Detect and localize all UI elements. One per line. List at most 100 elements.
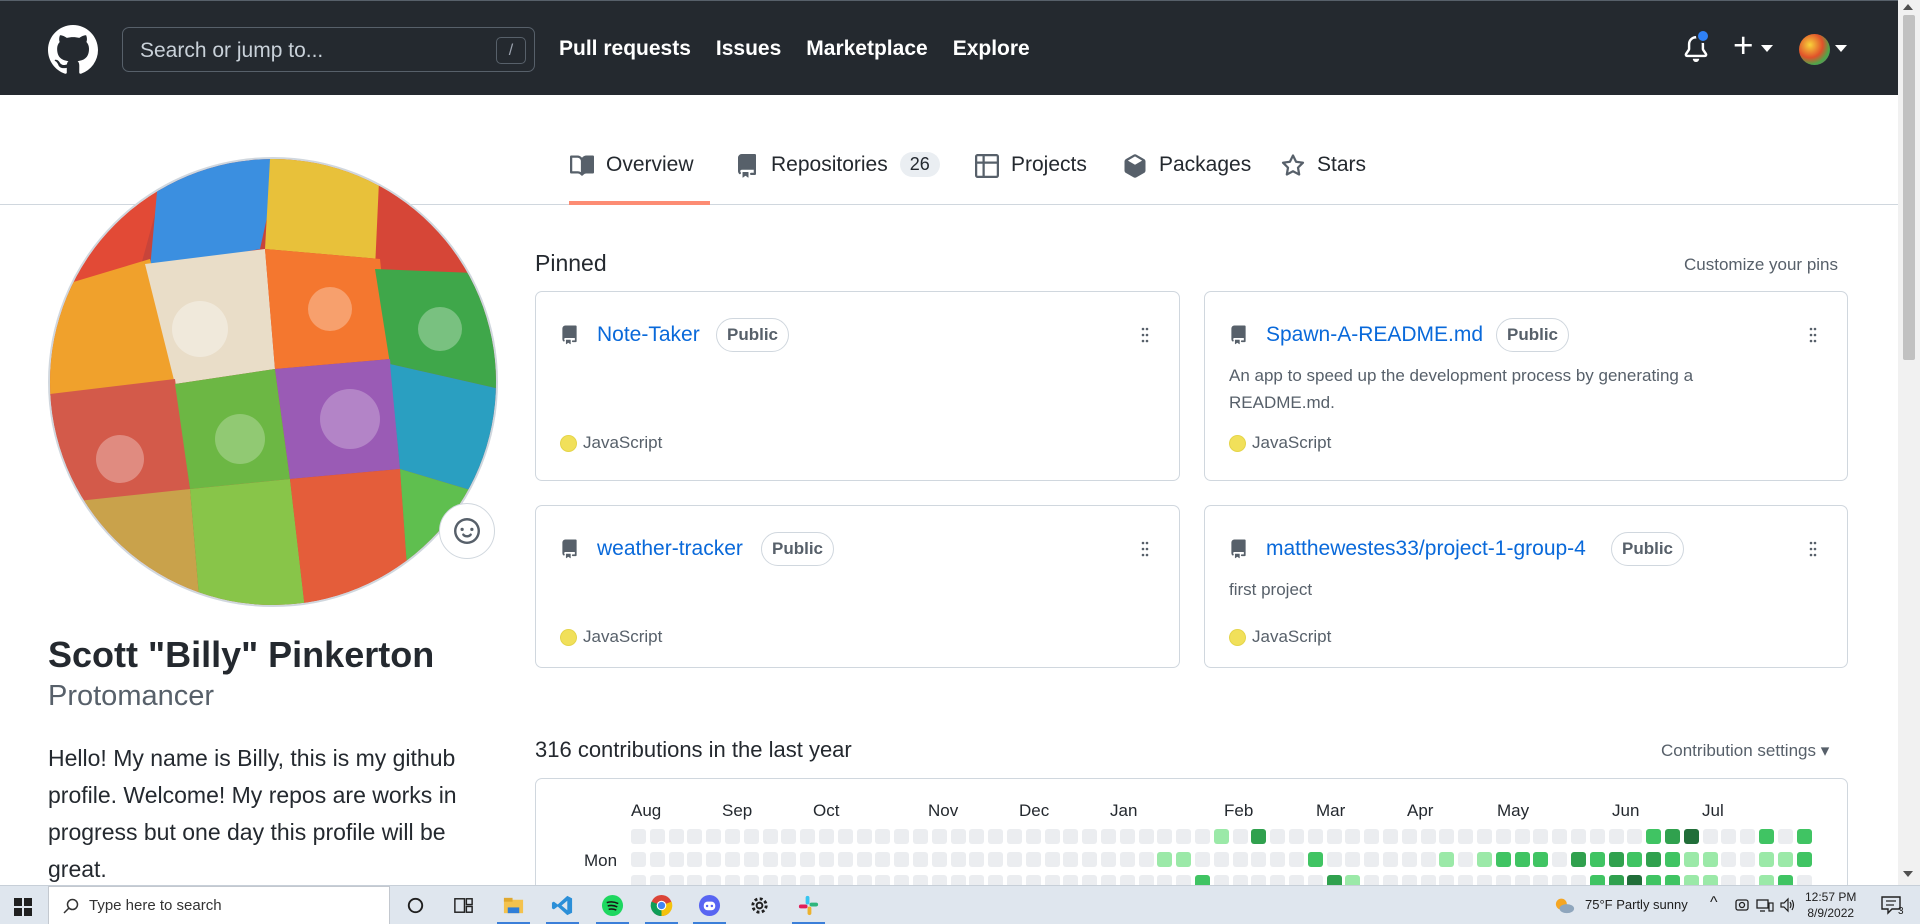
contribution-day-cell[interactable] — [1759, 829, 1774, 844]
contribution-day-cell[interactable] — [988, 829, 1004, 844]
weather-partly-sunny-icon[interactable] — [1554, 895, 1576, 915]
repo-link-spawn-a-readme[interactable]: Spawn-A-README.md — [1266, 323, 1483, 347]
contribution-day-cell[interactable] — [894, 829, 910, 844]
contribution-day-cell[interactable] — [687, 852, 703, 867]
contribution-day-cell[interactable] — [1702, 852, 1718, 867]
taskbar-search-box[interactable]: Type here to search — [48, 886, 390, 924]
contribution-day-cell[interactable] — [1721, 829, 1737, 844]
contribution-day-cell[interactable] — [1533, 852, 1549, 867]
repo-link-project-1-group-4[interactable]: matthewestes33/project-1-group-4 — [1266, 537, 1586, 561]
contribution-day-cell[interactable] — [1571, 829, 1586, 844]
contribution-day-cell[interactable] — [1495, 852, 1511, 867]
contribution-day-cell[interactable] — [969, 829, 985, 844]
set-status-button[interactable] — [439, 503, 495, 559]
contribution-day-cell[interactable] — [950, 829, 966, 844]
contribution-day-cell[interactable] — [706, 852, 722, 867]
contribution-day-cell[interactable] — [1665, 829, 1680, 844]
contribution-day-cell[interactable] — [762, 852, 778, 867]
contribution-day-cell[interactable] — [1176, 852, 1192, 867]
scrollbar-thumb[interactable] — [1903, 15, 1915, 360]
create-new-button[interactable]: + — [1733, 26, 1753, 66]
contribution-day-cell[interactable] — [1721, 852, 1737, 867]
contribution-day-cell[interactable] — [1307, 852, 1323, 867]
windows-start-icon[interactable] — [14, 898, 32, 916]
spotify-icon[interactable] — [601, 894, 624, 917]
repo-link-weather-tracker[interactable]: weather-tracker — [597, 537, 743, 561]
contribution-day-cell[interactable] — [1364, 829, 1380, 844]
contribution-day-cell[interactable] — [1082, 829, 1098, 844]
contribution-day-cell[interactable] — [1044, 852, 1060, 867]
contribution-day-cell[interactable] — [1740, 852, 1756, 867]
user-avatar-small[interactable] — [1799, 34, 1830, 65]
drag-handle-icon[interactable] — [1141, 327, 1149, 343]
contribution-day-cell[interactable] — [1796, 852, 1812, 867]
contribution-day-cell[interactable] — [1007, 852, 1022, 867]
contribution-day-cell[interactable] — [1138, 829, 1154, 844]
contribution-day-cell[interactable] — [1364, 852, 1380, 867]
contribution-day-cell[interactable] — [1439, 829, 1455, 844]
contribution-day-cell[interactable] — [1195, 852, 1210, 867]
contribution-day-cell[interactable] — [781, 852, 797, 867]
contribution-day-cell[interactable] — [1157, 852, 1173, 867]
contribution-day-cell[interactable] — [706, 829, 722, 844]
contribution-day-cell[interactable] — [1740, 829, 1756, 844]
contribution-day-cell[interactable] — [1326, 852, 1342, 867]
camera-icon[interactable] — [1734, 897, 1750, 913]
contribution-day-cell[interactable] — [1119, 829, 1135, 844]
cortana-icon[interactable] — [404, 894, 427, 917]
tab-packages[interactable]: Packages — [1123, 153, 1251, 205]
contribution-day-cell[interactable] — [649, 852, 665, 867]
contribution-day-cell[interactable] — [1176, 829, 1192, 844]
contribution-day-cell[interactable] — [1608, 852, 1624, 867]
contribution-day-cell[interactable] — [1326, 829, 1342, 844]
contribution-day-cell[interactable] — [1777, 829, 1793, 844]
contribution-day-cell[interactable] — [1383, 852, 1398, 867]
contribution-day-cell[interactable] — [856, 852, 872, 867]
contribution-day-cell[interactable] — [894, 852, 910, 867]
contribution-day-cell[interactable] — [1063, 852, 1079, 867]
contribution-day-cell[interactable] — [1477, 829, 1492, 844]
contribution-day-cell[interactable] — [969, 852, 985, 867]
nav-pull-requests[interactable]: Pull requests — [559, 37, 691, 61]
contribution-day-cell[interactable] — [631, 852, 646, 867]
contribution-day-cell[interactable] — [1195, 829, 1210, 844]
contribution-settings-button[interactable]: Contribution settings ▾ — [1661, 741, 1829, 761]
weather-text[interactable]: 75°F Partly sunny — [1585, 897, 1688, 912]
profile-avatar[interactable] — [48, 157, 498, 607]
vscode-icon[interactable] — [551, 894, 574, 917]
contribution-day-cell[interactable] — [1552, 829, 1568, 844]
contribution-day-cell[interactable] — [1082, 852, 1098, 867]
user-menu-caret-icon[interactable] — [1835, 45, 1847, 52]
nav-explore[interactable]: Explore — [953, 37, 1030, 61]
contribution-day-cell[interactable] — [950, 852, 966, 867]
contribution-day-cell[interactable] — [1232, 852, 1248, 867]
contribution-day-cell[interactable] — [1514, 829, 1530, 844]
contribution-day-cell[interactable] — [1439, 852, 1455, 867]
contribution-day-cell[interactable] — [1007, 829, 1022, 844]
contribution-day-cell[interactable] — [1383, 829, 1398, 844]
contribution-day-cell[interactable] — [1044, 829, 1060, 844]
search-input[interactable]: Search or jump to... / — [122, 27, 535, 72]
contribution-day-cell[interactable] — [1251, 852, 1267, 867]
tab-repositories[interactable]: Repositories 26 — [735, 152, 940, 205]
contribution-day-cell[interactable] — [631, 829, 646, 844]
file-explorer-icon[interactable] — [502, 894, 525, 917]
contribution-day-cell[interactable] — [913, 829, 928, 844]
contribution-day-cell[interactable] — [1232, 829, 1248, 844]
contribution-day-cell[interactable] — [1514, 852, 1530, 867]
tab-overview[interactable]: Overview — [569, 153, 710, 205]
contribution-day-cell[interactable] — [1401, 829, 1417, 844]
contribution-day-cell[interactable] — [875, 829, 891, 844]
chrome-icon[interactable] — [650, 894, 673, 917]
contribution-day-cell[interactable] — [931, 829, 947, 844]
contribution-day-cell[interactable] — [800, 852, 816, 867]
drag-handle-icon[interactable] — [1141, 541, 1149, 557]
contribution-day-cell[interactable] — [1683, 852, 1699, 867]
contribution-day-cell[interactable] — [1289, 852, 1304, 867]
scroll-up-arrow-icon[interactable] — [1903, 4, 1913, 10]
contribution-day-cell[interactable] — [1665, 852, 1680, 867]
contribution-day-cell[interactable] — [1213, 829, 1229, 844]
contribution-day-cell[interactable] — [1138, 852, 1154, 867]
tab-stars[interactable]: Stars — [1281, 153, 1366, 205]
slack-icon[interactable] — [797, 894, 820, 917]
